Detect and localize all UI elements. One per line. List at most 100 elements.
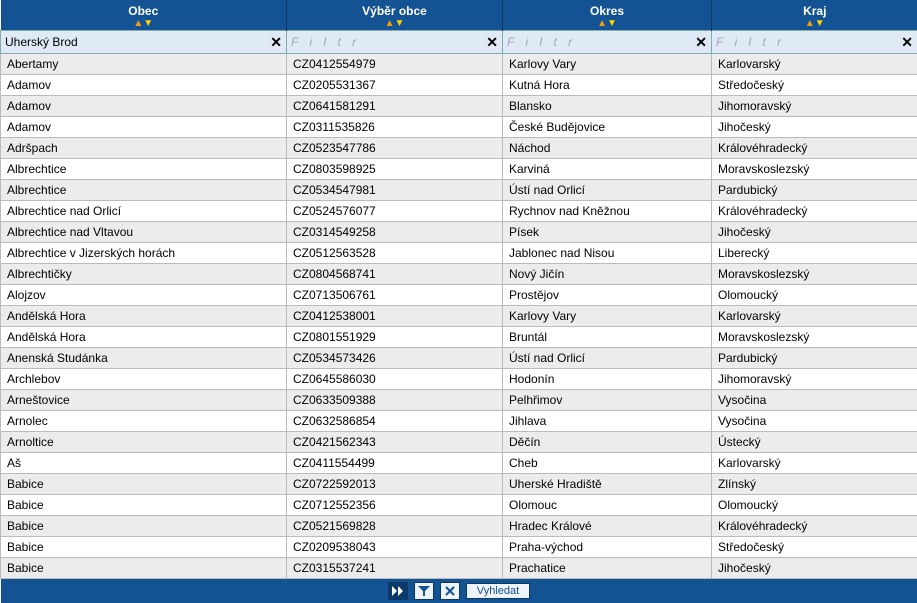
cell-obec: Babice [1, 515, 287, 536]
cell-okres: Prachatice [503, 557, 712, 578]
cell-okres: Písek [503, 221, 712, 242]
cell-vyber: CZ0534547981 [287, 179, 503, 200]
table-row[interactable]: Albrechtice nad OrlicíCZ0524576077Rychno… [1, 200, 917, 221]
cell-vyber: CZ0512563528 [287, 242, 503, 263]
filter-icon[interactable] [414, 582, 434, 600]
table-row[interactable]: BabiceCZ0521569828Hradec KrálovéKrálovéh… [1, 515, 917, 536]
table-row[interactable]: AlbrechtičkyCZ0804568741Nový JičínMoravs… [1, 263, 917, 284]
cell-kraj: Vysočina [712, 389, 917, 410]
filter-input-obec[interactable] [1, 31, 286, 53]
cell-kraj: Jihočeský [712, 221, 917, 242]
cell-kraj: Královéhradecký [712, 137, 917, 158]
cell-kraj: Ústecký [712, 431, 917, 452]
filter-clear-kraj[interactable]: ✕ [901, 33, 913, 51]
table-row[interactable]: AšCZ0411554499ChebKarlovarský [1, 452, 917, 473]
cell-obec: Albrechtice [1, 158, 287, 179]
cell-vyber: CZ0311535826 [287, 116, 503, 137]
table-row[interactable]: AlbrechticeCZ0534547981Ústí nad OrlicíPa… [1, 179, 917, 200]
search-button[interactable]: Vyhledat [466, 583, 530, 599]
table-row[interactable]: ArneštoviceCZ0633509388PelhřimovVysočina [1, 389, 917, 410]
table-row[interactable]: Anenská StudánkaCZ0534573426Ústí nad Orl… [1, 347, 917, 368]
cell-obec: Aš [1, 452, 287, 473]
table-row[interactable]: Albrechtice v Jizerských horáchCZ0512563… [1, 242, 917, 263]
cell-obec: Andělská Hora [1, 305, 287, 326]
cell-okres: Prostějov [503, 284, 712, 305]
cell-okres: Náchod [503, 137, 712, 158]
table-row[interactable]: AlbrechticeCZ0803598925KarvináMoravskosl… [1, 158, 917, 179]
filter-clear-vyber[interactable]: ✕ [486, 33, 498, 51]
sort-arrows-icon: ▲▼ [1, 20, 287, 28]
cell-obec: Babice [1, 473, 287, 494]
cell-vyber: CZ0412538001 [287, 305, 503, 326]
column-header-obec[interactable]: Obec ▲▼ [1, 0, 287, 30]
cell-obec: Albrechtice [1, 179, 287, 200]
table-row[interactable]: AdršpachCZ0523547786NáchodKrálovéhradeck… [1, 137, 917, 158]
filter-input-kraj[interactable] [712, 31, 917, 53]
table-row[interactable]: AlojzovCZ0713506761ProstějovOlomoucký [1, 284, 917, 305]
cell-okres: Ústí nad Orlicí [503, 347, 712, 368]
column-header-label: Okres [590, 4, 624, 18]
table-row[interactable]: BabiceCZ0209538043Praha-východStředočesk… [1, 536, 917, 557]
cell-kraj: Jihočeský [712, 116, 917, 137]
table-row[interactable]: Albrechtice nad VltavouCZ0314549258Písek… [1, 221, 917, 242]
cell-kraj: Karlovarský [712, 53, 917, 74]
cell-obec: Arnolec [1, 410, 287, 431]
cell-kraj: Pardubický [712, 179, 917, 200]
cell-obec: Albrechtičky [1, 263, 287, 284]
cell-kraj: Olomoucký [712, 284, 917, 305]
cell-obec: Babice [1, 494, 287, 515]
table-row[interactable]: Andělská HoraCZ0412538001Karlovy VaryKar… [1, 305, 917, 326]
cell-kraj: Karlovarský [712, 452, 917, 473]
column-header-kraj[interactable]: Kraj▲▼ [712, 0, 917, 30]
table-row[interactable]: ArchlebovCZ0645586030HodonínJihomoravský [1, 368, 917, 389]
table-row[interactable]: AdamovCZ0641581291BlanskoJihomoravský [1, 95, 917, 116]
cell-vyber: CZ0645586030 [287, 368, 503, 389]
cell-vyber: CZ0523547786 [287, 137, 503, 158]
cell-obec: Arneštovice [1, 389, 287, 410]
cell-obec: Albrechtice v Jizerských horách [1, 242, 287, 263]
filter-clear-obec[interactable]: ✕ [270, 33, 282, 51]
cell-kraj: Královéhradecký [712, 515, 917, 536]
cell-vyber: CZ0205531367 [287, 74, 503, 95]
filter-cell-obec: ✕ [1, 31, 286, 53]
cell-kraj: Moravskoslezský [712, 263, 917, 284]
column-header-okres[interactable]: Okres ▲▼ [503, 0, 712, 30]
cell-okres: Kutná Hora [503, 74, 712, 95]
table-row[interactable]: BabiceCZ0722592013Uherské HradištěZlínsk… [1, 473, 917, 494]
cell-obec: Adamov [1, 74, 287, 95]
table-row[interactable]: AdamovCZ0311535826České BudějoviceJihoče… [1, 116, 917, 137]
cell-vyber: CZ0412554979 [287, 53, 503, 74]
table-row[interactable]: BabiceCZ0712552356OlomoucOlomoucký [1, 494, 917, 515]
column-header-vyber[interactable]: Výběr obce▲▼ [287, 0, 503, 30]
next-page-icon[interactable] [388, 582, 408, 600]
clear-filter-icon[interactable] [440, 582, 460, 600]
cell-okres: Blansko [503, 95, 712, 116]
cell-okres: Děčín [503, 431, 712, 452]
cell-obec: Adamov [1, 116, 287, 137]
cell-kraj: Zlínský [712, 473, 917, 494]
cell-obec: Babice [1, 557, 287, 578]
table-row[interactable]: ArnolecCZ0632586854JihlavaVysočina [1, 410, 917, 431]
cell-vyber: CZ0421562343 [287, 431, 503, 452]
sort-arrows-icon: ▲▼ [503, 20, 711, 28]
cell-vyber: CZ0314549258 [287, 221, 503, 242]
cell-okres: Nový Jičín [503, 263, 712, 284]
cell-obec: Albrechtice nad Orlicí [1, 200, 287, 221]
column-header-label: Obec [128, 4, 158, 18]
table-row[interactable]: AdamovCZ0205531367Kutná HoraStředočeský [1, 74, 917, 95]
cell-okres: Ústí nad Orlicí [503, 179, 712, 200]
table-row[interactable]: AbertamyCZ0412554979Karlovy VaryKarlovar… [1, 53, 917, 74]
table-row[interactable]: Andělská HoraCZ0801551929BruntálMoravsko… [1, 326, 917, 347]
table-row[interactable]: ArnolticeCZ0421562343DěčínÚstecký [1, 431, 917, 452]
cell-kraj: Moravskoslezský [712, 158, 917, 179]
cell-vyber: CZ0632586854 [287, 410, 503, 431]
table-row[interactable]: BabiceCZ0315537241PrachaticeJihočeský [1, 557, 917, 578]
filter-input-okres[interactable] [503, 31, 711, 53]
sort-arrows-icon: ▲▼ [287, 20, 502, 28]
cell-okres: Pelhřimov [503, 389, 712, 410]
cell-obec: Arnoltice [1, 431, 287, 452]
cell-vyber: CZ0633509388 [287, 389, 503, 410]
filter-input-vyber[interactable] [287, 31, 502, 53]
filter-clear-okres[interactable]: ✕ [695, 33, 707, 51]
filter-cell-vyber: ✕ [287, 31, 502, 53]
